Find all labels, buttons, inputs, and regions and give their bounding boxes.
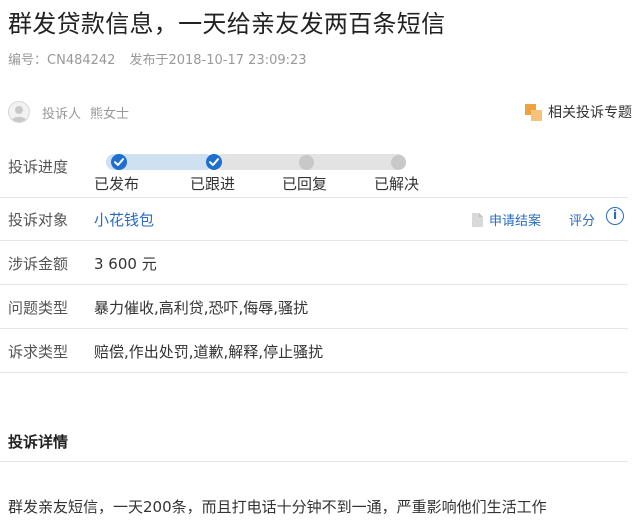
issue-type-value: 暴力催收,高利贷,恐吓,侮辱,骚扰 <box>94 299 309 317</box>
issue-type-row: 问题类型 暴力催收,高利贷,恐吓,侮辱,骚扰 <box>0 285 628 329</box>
author-name: 熊女士 <box>90 107 130 122</box>
apply-settle-label: 申请结案 <box>489 214 542 229</box>
step-4-label: 已解决 <box>374 175 420 193</box>
progress-label: 投诉进度 <box>8 158 69 176</box>
complaint-meta: 编号：CN484242 发布于2018-10-17 23:09:23 <box>8 52 307 70</box>
apply-settle-link[interactable]: 申请结案 <box>472 210 541 229</box>
complaint-title: 群发贷款信息，一天给亲友发两百条短信 <box>8 10 446 38</box>
id-label: 编号： <box>8 53 48 68</box>
related-topic-link[interactable]: 相关投诉专题 <box>525 102 632 122</box>
step-3-pending-dot <box>299 155 314 170</box>
detail-divider <box>0 461 628 462</box>
detail-text: 群发亲友短信，一天200条，而且打电话十分钟不到一通，严重影响他们生活工作 <box>8 498 547 516</box>
author-row: 投诉人 熊女士 相关投诉专题 <box>8 99 632 125</box>
target-row: 投诉对象 小花钱包 申请结案 评分 i <box>0 198 628 241</box>
step-1-check-icon <box>111 154 127 170</box>
amount-value: 3 600 元 <box>94 255 157 273</box>
user-avatar-icon <box>8 101 30 123</box>
published-label: 发布于 <box>129 53 169 68</box>
demand-type-value: 赔偿,作出处罚,道歉,解释,停止骚扰 <box>94 343 324 361</box>
author-label: 投诉人 <box>42 107 82 122</box>
info-icon[interactable]: i <box>606 207 624 225</box>
target-company-link[interactable]: 小花钱包 <box>94 209 154 230</box>
demand-type-label: 诉求类型 <box>8 343 69 361</box>
progress-tracker: 已发布 已跟进 已回复 已解决 <box>94 146 419 194</box>
document-icon <box>472 212 483 227</box>
step-2-label: 已跟进 <box>190 175 236 193</box>
id-value: CN484242 <box>47 53 116 68</box>
rate-link[interactable]: 评分 <box>569 210 595 229</box>
published-value: 2018-10-17 23:09:23 <box>168 53 307 68</box>
detail-heading: 投诉详情 <box>8 433 69 451</box>
demand-type-row: 诉求类型 赔偿,作出处罚,道歉,解释,停止骚扰 <box>0 329 628 373</box>
step-2-check-icon <box>206 154 222 170</box>
step-1-label: 已发布 <box>94 175 140 193</box>
step-3-label: 已回复 <box>282 175 328 193</box>
issue-type-label: 问题类型 <box>8 299 69 317</box>
related-topic-label: 相关投诉专题 <box>548 105 632 121</box>
amount-label: 涉诉金额 <box>8 255 69 273</box>
amount-row: 涉诉金额 3 600 元 <box>0 241 628 285</box>
step-4-pending-dot <box>391 155 406 170</box>
progress-row: 投诉进度 已发布 已跟进 已回复 已解决 <box>0 136 628 198</box>
target-label: 投诉对象 <box>8 211 69 229</box>
topic-squares-icon <box>525 103 542 121</box>
